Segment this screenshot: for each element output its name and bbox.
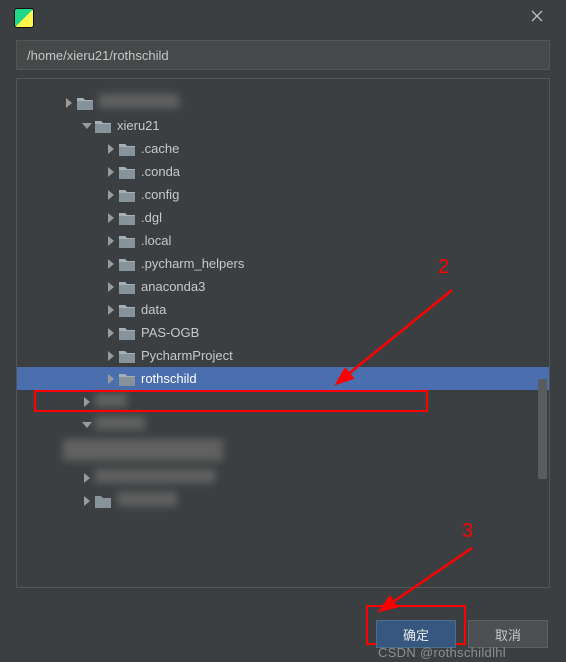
- chevron-right-icon[interactable]: [105, 258, 117, 270]
- chevron-right-icon[interactable]: [63, 97, 75, 109]
- folder-icon: [95, 119, 111, 133]
- folder-icon: [119, 280, 135, 294]
- folder-icon: [119, 165, 135, 179]
- folder-label: PycharmProject: [141, 348, 233, 363]
- folder-icon: [95, 494, 111, 508]
- folder-label: PAS-OGB: [141, 325, 199, 340]
- folder-icon: [119, 211, 135, 225]
- folder-label: xieru21: [117, 118, 160, 133]
- tree-node[interactable]: anaconda3: [17, 275, 549, 298]
- tree-node[interactable]: PAS-OGB: [17, 321, 549, 344]
- chevron-right-icon[interactable]: [81, 472, 93, 484]
- folder-icon: [119, 234, 135, 248]
- chevron-right-icon[interactable]: [105, 350, 117, 362]
- folder-label: .pycharm_helpers: [141, 256, 244, 271]
- chevron-right-icon[interactable]: [105, 304, 117, 316]
- tree-node-expanded[interactable]: xieru21: [17, 114, 549, 137]
- dialog-footer: 确定 取消: [376, 620, 548, 648]
- chevron-down-icon[interactable]: [81, 419, 93, 431]
- chevron-right-icon[interactable]: [81, 495, 93, 507]
- folder-icon: [119, 188, 135, 202]
- folder-icon: [77, 96, 93, 110]
- tree-node[interactable]: .dgl: [17, 206, 549, 229]
- chevron-right-icon[interactable]: [105, 281, 117, 293]
- folder-icon: [119, 326, 135, 340]
- tree-node[interactable]: [17, 413, 549, 436]
- cancel-button[interactable]: 取消: [468, 620, 548, 648]
- chevron-right-icon[interactable]: [81, 396, 93, 408]
- tree-node[interactable]: PycharmProject: [17, 344, 549, 367]
- tree-node[interactable]: .config: [17, 183, 549, 206]
- chevron-right-icon[interactable]: [105, 143, 117, 155]
- folder-label: .local: [141, 233, 171, 248]
- chevron-right-icon[interactable]: [105, 327, 117, 339]
- tree-node[interactable]: .local: [17, 229, 549, 252]
- close-button[interactable]: [522, 9, 552, 27]
- tree-node[interactable]: [17, 91, 549, 114]
- folder-label: .cache: [141, 141, 179, 156]
- folder-icon: [119, 349, 135, 363]
- folder-label: .dgl: [141, 210, 162, 225]
- folder-label: data: [141, 302, 166, 317]
- path-input[interactable]: /home/xieru21/rothschild: [16, 40, 550, 70]
- tree-node[interactable]: .pycharm_helpers: [17, 252, 549, 275]
- tree-node[interactable]: .conda: [17, 160, 549, 183]
- chevron-right-icon[interactable]: [105, 212, 117, 224]
- ok-label: 确定: [403, 625, 429, 644]
- folder-icon: [119, 303, 135, 317]
- folder-label: .config: [141, 187, 179, 202]
- chevron-right-icon[interactable]: [105, 235, 117, 247]
- tree-node[interactable]: data: [17, 298, 549, 321]
- folder-label: rothschild: [141, 371, 197, 386]
- folder-label: .conda: [141, 164, 180, 179]
- file-tree[interactable]: xieru21 .cache .conda .config .dgl .local .py…: [17, 79, 549, 512]
- folder-icon: [119, 257, 135, 271]
- chevron-right-icon[interactable]: [105, 189, 117, 201]
- tree-node-selected[interactable]: rothschild: [17, 367, 549, 390]
- scrollbar[interactable]: [538, 379, 547, 479]
- tree-node[interactable]: [17, 390, 549, 413]
- cancel-label: 取消: [495, 625, 521, 644]
- tree-container: xieru21 .cache .conda .config .dgl .local .py…: [16, 78, 550, 588]
- chevron-right-icon[interactable]: [105, 166, 117, 178]
- chevron-right-icon[interactable]: [105, 373, 117, 385]
- folder-icon: [119, 142, 135, 156]
- path-value: /home/xieru21/rothschild: [27, 48, 169, 63]
- app-icon: [14, 8, 34, 28]
- tree-node[interactable]: [17, 489, 549, 512]
- chevron-down-icon[interactable]: [81, 120, 93, 132]
- tree-node[interactable]: [17, 466, 549, 489]
- folder-icon: [119, 372, 135, 386]
- tree-node[interactable]: [17, 436, 549, 466]
- folder-label: anaconda3: [141, 279, 205, 294]
- ok-button[interactable]: 确定: [376, 620, 456, 648]
- titlebar: [0, 0, 566, 36]
- tree-node[interactable]: .cache: [17, 137, 549, 160]
